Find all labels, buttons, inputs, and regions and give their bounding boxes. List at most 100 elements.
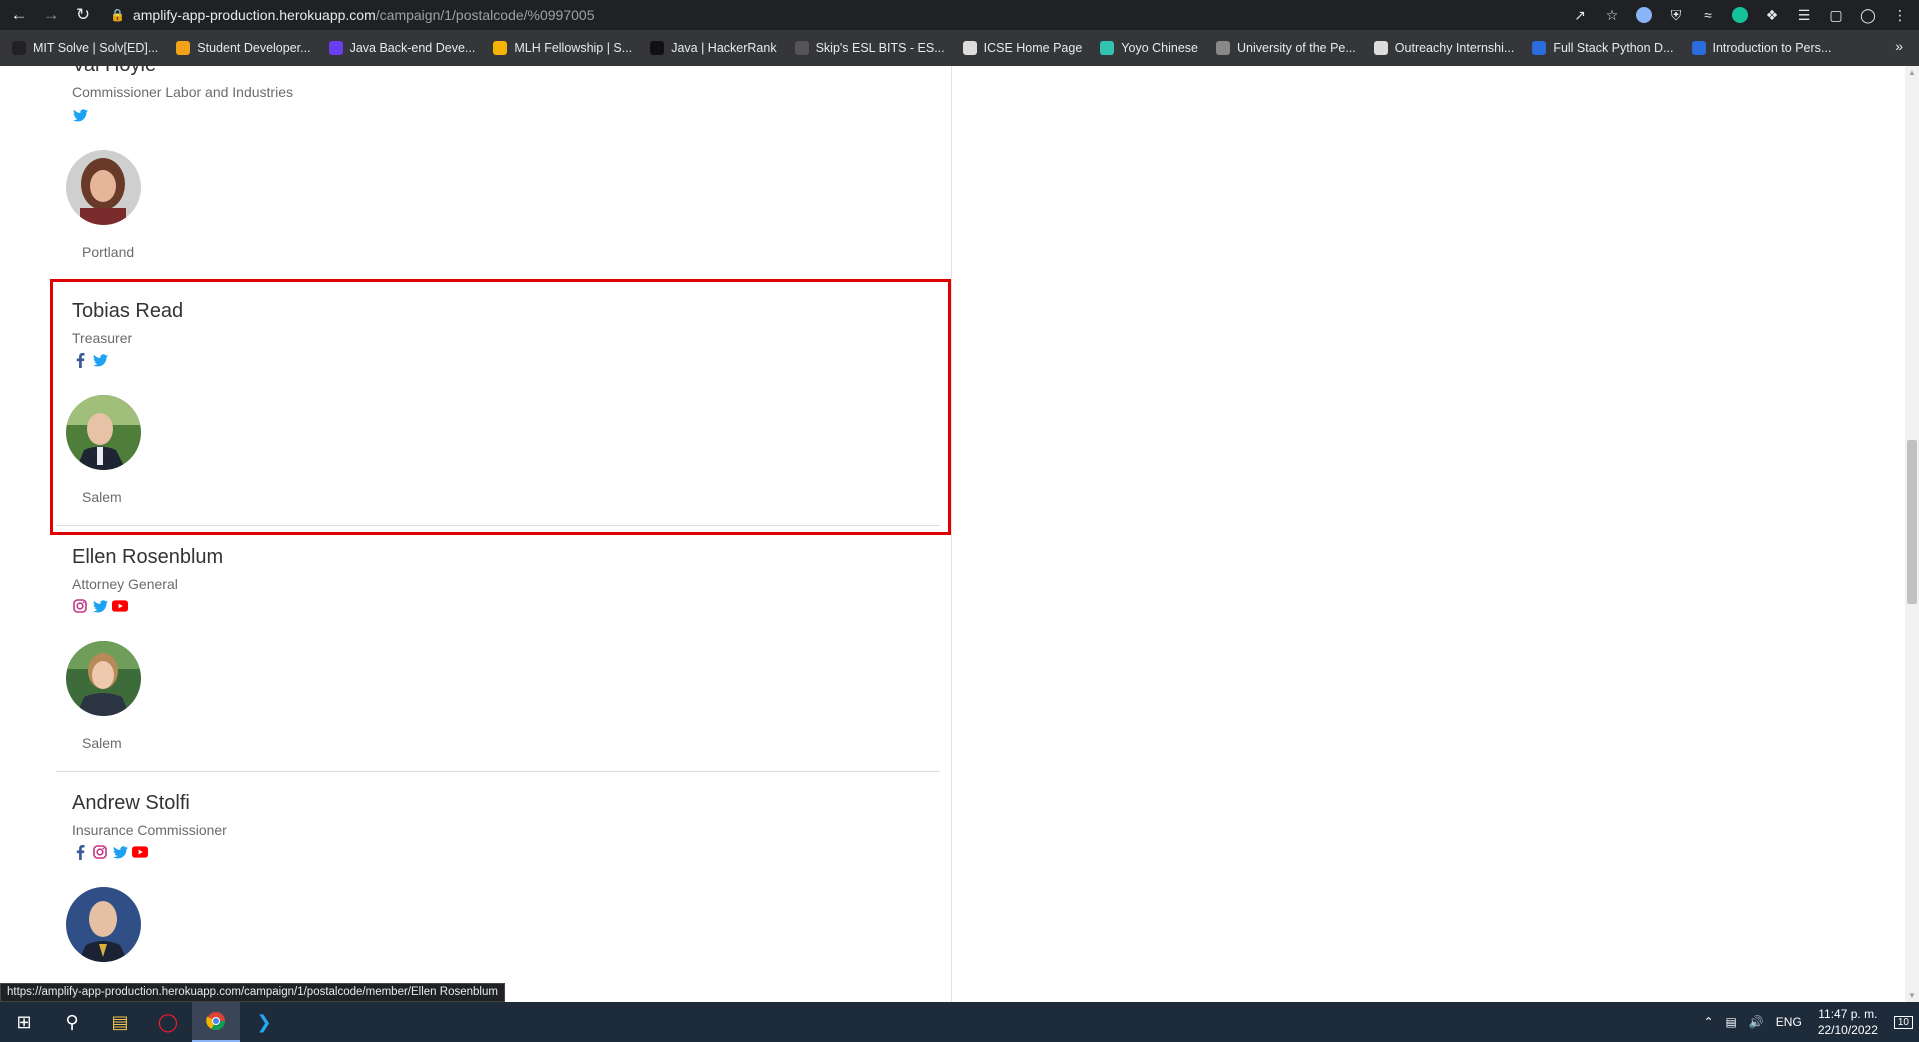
bookmark-favicon-icon — [12, 41, 26, 55]
menu-kebab-icon[interactable]: ⋮ — [1889, 4, 1911, 26]
instagram-icon[interactable] — [72, 598, 88, 614]
puzzle-icon[interactable]: ❖ — [1761, 4, 1783, 26]
url-path: /campaign/1/postalcode/%0997005 — [375, 7, 595, 23]
bookmark-label: Full Stack Python D... — [1553, 41, 1674, 55]
bookmark-item[interactable]: Yoyo Chinese — [1100, 41, 1198, 55]
opera-icon[interactable]: ◯ — [144, 1002, 192, 1042]
highlight-box — [50, 279, 951, 535]
bookmark-label: Yoyo Chinese — [1121, 41, 1198, 55]
windows-start-icon[interactable]: ⊞ — [0, 1002, 48, 1042]
youtube-icon[interactable] — [112, 598, 128, 614]
bookmark-favicon-icon — [794, 41, 809, 55]
bookmark-item[interactable]: Student Developer... — [176, 41, 311, 55]
bookmark-item[interactable]: ICSE Home Page — [962, 41, 1083, 55]
language-indicator[interactable]: ENG — [1776, 1015, 1802, 1029]
page-scrollbar[interactable]: ▲ ▼ — [1905, 66, 1919, 1002]
grammarly-icon[interactable] — [1729, 4, 1751, 26]
lock-icon: 🔒 — [110, 8, 125, 22]
back-icon[interactable]: ← — [6, 2, 32, 28]
address-bar[interactable]: 🔒 amplify-app-production.herokuapp.com/c… — [110, 3, 1610, 27]
bookmark-item[interactable]: Full Stack Python D... — [1532, 41, 1674, 55]
member-role: Commissioner Labor and Industries — [72, 84, 293, 100]
bookmark-label: Student Developer... — [197, 41, 311, 55]
member-photo[interactable] — [66, 150, 141, 225]
member-name[interactable]: Val Hoyle — [72, 66, 156, 77]
member-role: Attorney General — [72, 576, 178, 592]
bookmark-label: ICSE Home Page — [983, 41, 1083, 55]
system-tray: ⌃ ▤ 🔊 ENG 11:47 p. m. 22/10/2022 10 — [1697, 1002, 1919, 1042]
bookmark-favicon-icon — [1373, 41, 1388, 55]
vscode-icon[interactable]: ❯ — [240, 1002, 288, 1042]
clock[interactable]: 11:47 p. m. 22/10/2022 — [1818, 1006, 1878, 1038]
bookmark-item[interactable]: Skip's ESL BITS - ES... — [794, 41, 945, 55]
twitter-icon[interactable] — [92, 598, 108, 614]
bookmark-item[interactable]: MIT Solve | Solv[ED]... — [12, 41, 158, 55]
bookmark-favicon-icon — [1691, 41, 1706, 55]
bookmark-favicon-icon — [1532, 41, 1547, 55]
scroll-up-icon[interactable]: ▲ — [1908, 68, 1916, 77]
clock-date: 22/10/2022 — [1817, 1023, 1878, 1037]
bookmark-favicon-icon — [328, 41, 343, 55]
bookmark-label: University of the Pe... — [1236, 41, 1356, 55]
chrome-icon[interactable] — [192, 1002, 240, 1042]
bookmark-item[interactable]: Introduction to Pers... — [1691, 41, 1832, 55]
more-bookmarks-icon[interactable]: » — [1895, 38, 1903, 54]
bookmark-label: Outreachy Internshi... — [1394, 41, 1515, 55]
forward-icon[interactable]: → — [38, 2, 64, 28]
file-explorer-icon[interactable]: ▤ — [96, 1002, 144, 1042]
browser-toolbar: ← → ↻ 🔒 amplify-app-production.herokuapp… — [0, 0, 1919, 30]
bookmarks-bar: MIT Solve | Solv[ED]... Student Developer… — [0, 30, 1919, 66]
card-separator — [56, 771, 940, 772]
bookmark-item[interactable]: Java | HackerRank — [650, 41, 777, 55]
side-panel-icon[interactable]: ▢ — [1825, 4, 1847, 26]
tray-chevron-icon[interactable]: ⌃ — [1703, 1015, 1713, 1029]
bookmark-favicon-icon — [1215, 41, 1230, 55]
extension-blue-icon[interactable] — [1633, 4, 1655, 26]
instagram-icon[interactable] — [92, 844, 108, 860]
bookmark-item[interactable]: MLH Fellowship | S... — [493, 41, 632, 55]
page-content: Val Hoyle Commissioner Labor and Industr… — [0, 66, 1905, 1002]
youtube-icon[interactable] — [132, 844, 148, 860]
scroll-down-icon[interactable]: ▼ — [1908, 991, 1916, 1000]
bookmark-favicon-icon — [650, 41, 665, 55]
member-socials — [72, 844, 148, 860]
member-name[interactable]: Andrew Stolfi — [72, 792, 190, 815]
bookmark-favicon-icon — [176, 41, 191, 55]
taskbar: ⊞ ⚲ ▤ ◯ ❯ ⌃ ▤ 🔊 ENG 11:47 p. m. 22/10/20… — [0, 1002, 1919, 1042]
bookmark-item[interactable]: Outreachy Internshi... — [1373, 41, 1515, 55]
bookmark-favicon-icon — [493, 41, 508, 55]
search-icon[interactable]: ⚲ — [48, 1002, 96, 1042]
volume-icon[interactable]: 🔊 — [1749, 1015, 1764, 1029]
bookmark-item[interactable]: University of the Pe... — [1215, 41, 1356, 55]
reload-icon[interactable]: ↻ — [70, 2, 96, 28]
bookmark-label: Skip's ESL BITS - ES... — [815, 41, 945, 55]
scroll-thumb[interactable] — [1907, 440, 1917, 604]
extension-shield-icon[interactable]: ⛨ — [1665, 4, 1687, 26]
column-divider — [951, 66, 952, 1002]
twitter-icon[interactable] — [72, 107, 88, 123]
bookmark-label: MIT Solve | Solv[ED]... — [33, 41, 159, 55]
twitter-icon[interactable] — [112, 844, 128, 860]
bookmark-star-icon[interactable]: ☆ — [1601, 4, 1623, 26]
member-socials — [72, 107, 88, 123]
member-name[interactable]: Ellen Rosenblum — [72, 546, 223, 569]
bookmark-label: MLH Fellowship | S... — [514, 41, 633, 55]
bookmark-label: Java | HackerRank — [671, 41, 777, 55]
facebook-icon[interactable] — [72, 844, 88, 860]
bookmark-label: Introduction to Pers... — [1712, 41, 1832, 55]
member-role: Insurance Commissioner — [72, 822, 227, 838]
bookmark-favicon-icon — [962, 41, 977, 55]
bookmark-favicon-icon — [1100, 41, 1115, 55]
bookmark-label: Java Back-end Deve... — [349, 41, 476, 55]
reading-list-icon[interactable]: ☰ — [1793, 4, 1815, 26]
member-city: Portland — [82, 244, 135, 260]
bookmark-item[interactable]: Java Back-end Deve... — [328, 41, 476, 55]
extension-wave-icon[interactable]: ≈ — [1697, 4, 1719, 26]
share-icon[interactable]: ↗ — [1569, 4, 1591, 26]
profile-icon[interactable]: ◯ — [1857, 4, 1879, 26]
member-photo[interactable] — [66, 887, 141, 962]
status-url: https://amplify-app-production.herokuapp… — [0, 983, 505, 1002]
notifications-icon[interactable]: 10 — [1893, 1015, 1913, 1029]
member-photo[interactable] — [66, 641, 141, 716]
network-icon[interactable]: ▤ — [1726, 1015, 1737, 1029]
